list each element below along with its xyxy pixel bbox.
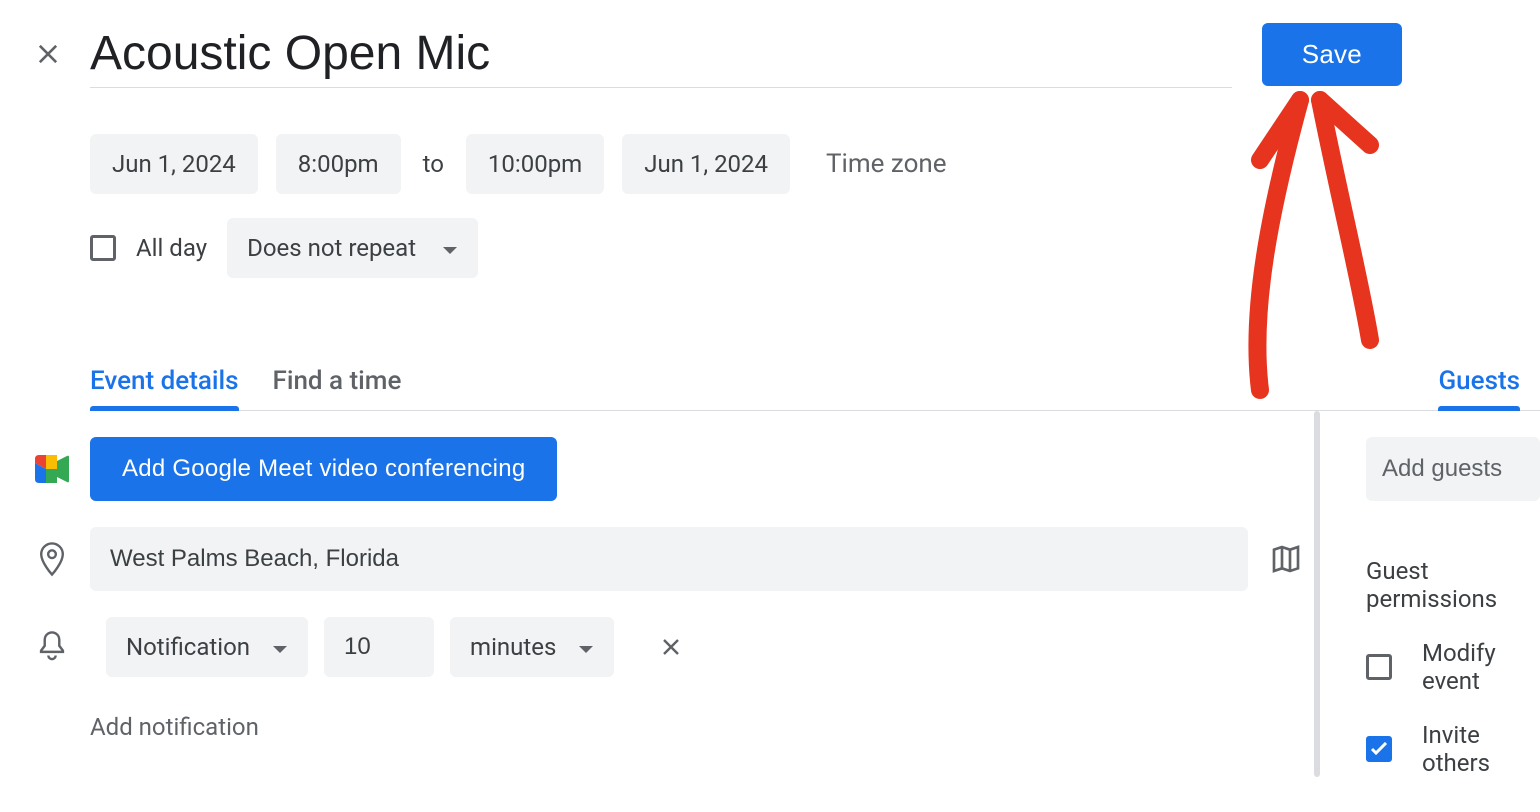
guest-permissions-title: Guest permissions <box>1366 557 1540 613</box>
google-meet-icon <box>14 455 90 483</box>
to-label: to <box>419 150 448 178</box>
end-time-picker[interactable]: 10:00pm <box>466 134 604 194</box>
end-date-picker[interactable]: Jun 1, 2024 <box>622 134 790 194</box>
location-icon <box>14 541 90 577</box>
timezone-link[interactable]: Time zone <box>826 149 947 179</box>
chevron-down-icon <box>442 234 458 262</box>
tab-guests[interactable]: Guests <box>1438 366 1520 410</box>
invite-others-checkbox[interactable] <box>1366 736 1392 762</box>
add-notification-link[interactable]: Add notification <box>90 713 259 741</box>
tab-find-a-time[interactable]: Find a time <box>273 366 402 410</box>
notification-type-label: Notification <box>126 633 250 661</box>
chevron-down-icon <box>272 633 288 661</box>
notification-unit-dropdown[interactable]: minutes <box>450 617 614 677</box>
add-guests-input[interactable] <box>1366 437 1540 501</box>
modify-event-checkbox[interactable] <box>1366 654 1392 680</box>
notification-type-dropdown[interactable]: Notification <box>106 617 308 677</box>
add-google-meet-button[interactable]: Add Google Meet video conferencing <box>90 437 557 501</box>
map-icon[interactable] <box>1262 535 1310 583</box>
all-day-label: All day <box>136 234 207 262</box>
repeat-dropdown[interactable]: Does not repeat <box>227 218 478 278</box>
invite-others-label: Invite others <box>1422 721 1540 777</box>
notification-unit-label: minutes <box>470 633 556 661</box>
bell-icon <box>14 630 90 664</box>
close-icon[interactable] <box>24 30 72 78</box>
remove-notification-button[interactable] <box>650 626 692 668</box>
event-title-input[interactable] <box>90 20 1232 88</box>
location-input[interactable] <box>90 527 1248 591</box>
notification-value-input[interactable] <box>324 617 434 677</box>
save-button[interactable]: Save <box>1262 23 1402 86</box>
tab-event-details[interactable]: Event details <box>90 366 239 410</box>
modify-event-label: Modify event <box>1422 639 1540 695</box>
chevron-down-icon <box>578 633 594 661</box>
all-day-checkbox[interactable] <box>90 235 116 261</box>
start-date-picker[interactable]: Jun 1, 2024 <box>90 134 258 194</box>
repeat-label: Does not repeat <box>247 234 416 262</box>
start-time-picker[interactable]: 8:00pm <box>276 134 401 194</box>
